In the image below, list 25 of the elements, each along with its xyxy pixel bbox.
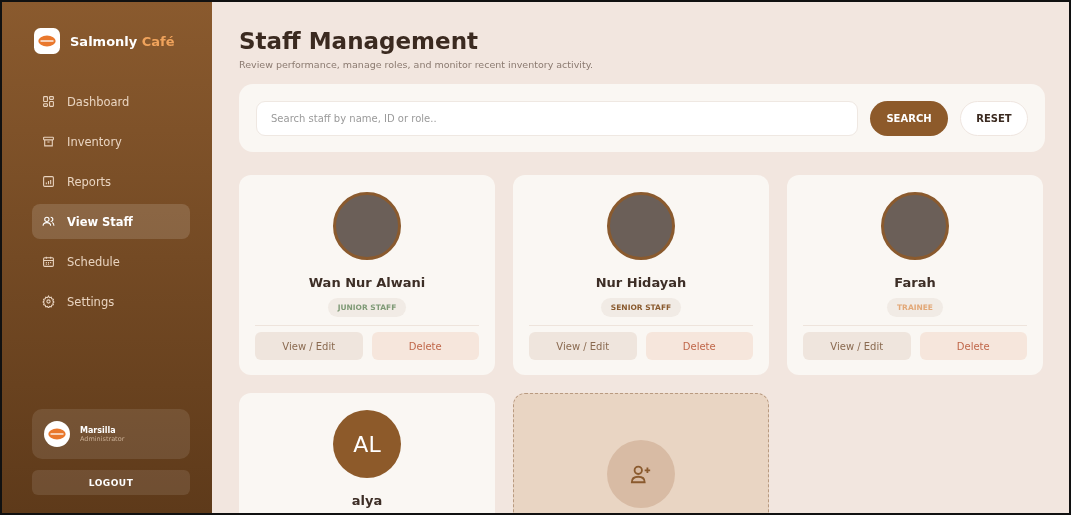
page-subtitle: Review performance, manage roles, and monitor recent inventory activity. — [239, 59, 594, 70]
nav-item[interactable]: Inventory — [32, 124, 190, 159]
view-edit-button[interactable]: View / Edit — [803, 332, 911, 360]
search-field[interactable]: Search staff by name, ID or role.. — [256, 100, 858, 136]
delete-button[interactable]: Delete — [371, 332, 479, 360]
staff-name: Nur Hidayah — [595, 275, 687, 290]
staff-name: Farah — [894, 275, 936, 290]
nav-item[interactable]: View Staff — [32, 204, 190, 239]
view-edit-button[interactable]: View / Edit — [255, 332, 363, 360]
delete-button[interactable]: Delete — [645, 332, 753, 360]
delete-button[interactable]: Delete — [919, 332, 1027, 360]
staff-name: Wan Nur Alwani — [308, 275, 426, 290]
nav-item[interactable]: Settings — [32, 284, 190, 319]
brand-name: Salmonly Café — [70, 33, 175, 49]
nav-item[interactable]: Reports — [32, 164, 190, 199]
nav-item[interactable]: Dashboard — [32, 84, 190, 119]
staff-name: alya — [351, 493, 383, 508]
nav-item[interactable]: Schedule — [32, 244, 190, 279]
user-name: Marsilla — [80, 425, 117, 435]
search-button[interactable]: SEARCH — [870, 100, 948, 136]
page-title: Staff Management — [239, 28, 480, 54]
reset-button[interactable]: RESET — [960, 100, 1028, 136]
logout-button[interactable]: LOGOUT — [32, 470, 190, 495]
initials-avatar: AL — [333, 410, 401, 478]
view-edit-button[interactable]: View / Edit — [529, 332, 637, 360]
